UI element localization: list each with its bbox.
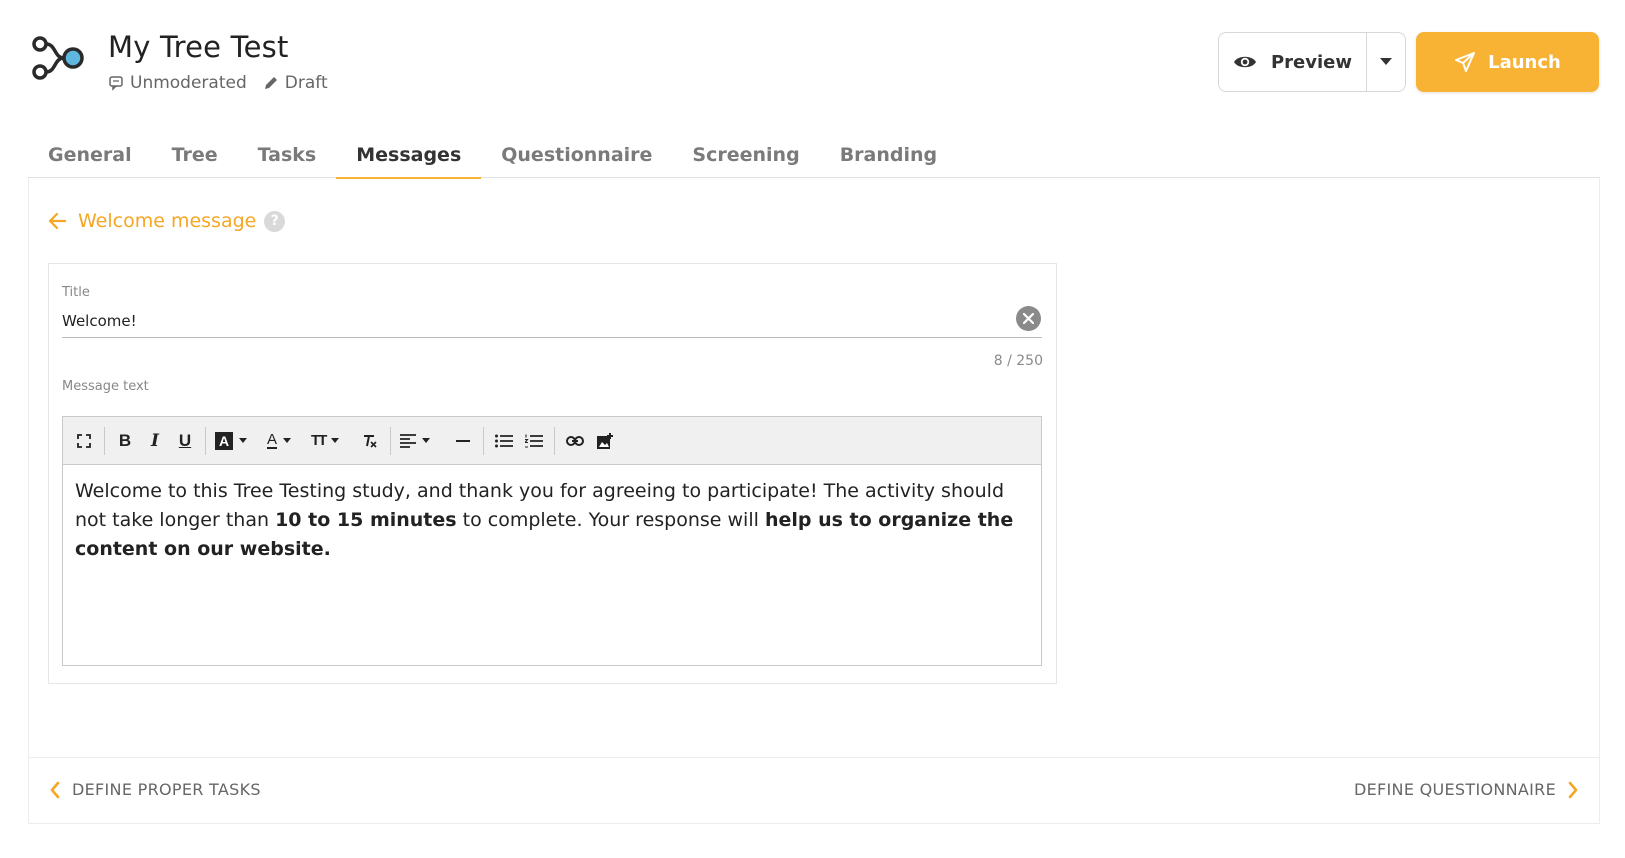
caret-down-icon [239, 438, 247, 443]
underline-icon: U [178, 430, 192, 450]
chevron-right-icon [1568, 781, 1578, 798]
close-icon [1023, 313, 1034, 324]
toolbar-divider [104, 426, 105, 455]
caret-down-icon [1380, 58, 1392, 65]
clear-format-button[interactable] [355, 423, 385, 459]
link-icon [566, 435, 585, 446]
eye-icon [1233, 56, 1256, 68]
preview-dropdown-button[interactable] [1367, 33, 1405, 91]
tab-messages[interactable]: Messages [336, 132, 482, 179]
clear-format-icon [364, 434, 377, 448]
next-step-label: DEFINE QUESTIONNAIRE [1354, 780, 1556, 799]
preview-button[interactable]: Preview [1219, 33, 1367, 91]
help-icon[interactable]: ? [264, 210, 286, 232]
font-color-icon: A [267, 431, 278, 449]
editor-toolbar: B I U A A TT [63, 417, 1041, 465]
italic-icon: I [151, 430, 159, 451]
message-bold-text: 10 to 15 minutes [275, 509, 457, 531]
horizontal-rule-button[interactable] [448, 423, 478, 459]
bullet-list-icon [495, 434, 514, 447]
font-color-button[interactable]: A [263, 423, 295, 459]
insert-image-button[interactable] [590, 423, 620, 459]
caret-down-icon [283, 438, 292, 443]
toolbar-divider [390, 426, 392, 455]
bold-button[interactable]: B [110, 423, 140, 459]
prev-step-label: DEFINE PROPER TASKS [72, 780, 261, 799]
mode-badge: Unmoderated [108, 73, 247, 93]
toolbar-divider [483, 426, 485, 455]
bullet-list-button[interactable] [489, 423, 519, 459]
launch-button[interactable]: Launch [1416, 32, 1599, 92]
horizontal-rule-icon [456, 439, 471, 442]
tab-general[interactable]: General [28, 132, 152, 178]
tab-branding[interactable]: Branding [820, 132, 957, 178]
message-card: Title 8 / 250 Message text B I U [48, 263, 1057, 684]
italic-button[interactable]: I [140, 423, 170, 459]
title-input[interactable] [62, 304, 1042, 338]
tree-logo-icon [32, 36, 84, 80]
underline-button[interactable]: U [170, 423, 200, 459]
tab-tasks[interactable]: Tasks [238, 132, 337, 178]
tab-screening[interactable]: Screening [672, 132, 819, 178]
clear-title-button[interactable] [1016, 306, 1041, 331]
study-meta: Unmoderated Draft [108, 73, 344, 93]
next-step-button[interactable]: DEFINE QUESTIONNAIRE [1354, 780, 1578, 799]
title-char-counter: 8 / 250 [993, 353, 1043, 369]
chevron-left-icon [50, 781, 60, 798]
caret-down-icon [422, 438, 431, 443]
study-title: My Tree Test [108, 30, 289, 64]
highlight-icon: A [215, 431, 233, 450]
status-badge: Draft [263, 73, 328, 93]
bold-icon: B [118, 430, 132, 450]
send-icon [1455, 52, 1476, 72]
font-size-icon: TT [311, 432, 327, 449]
tab-questionnaire[interactable]: Questionnaire [481, 132, 672, 178]
numbered-list-icon [525, 434, 544, 448]
toolbar-divider [205, 426, 206, 455]
font-size-button[interactable]: TT [307, 423, 343, 459]
numbered-list-button[interactable] [519, 423, 549, 459]
caret-down-icon [331, 438, 340, 443]
section-title: Welcome message [78, 210, 257, 232]
fullscreen-icon [77, 433, 91, 448]
highlight-color-button[interactable]: A [211, 423, 251, 459]
tab-bar: General Tree Tasks Messages Questionnair… [28, 132, 1600, 179]
align-button[interactable] [396, 423, 434, 459]
message-text-content[interactable]: Welcome to this Tree Testing study, and … [63, 465, 1041, 576]
status-label: Draft [284, 73, 328, 93]
chat-icon [109, 76, 123, 91]
pencil-icon [264, 77, 277, 89]
preview-label: Preview [1270, 51, 1353, 73]
toolbar-divider [554, 426, 556, 455]
prev-step-button[interactable]: DEFINE PROPER TASKS [50, 780, 261, 799]
align-left-icon [400, 433, 417, 448]
tab-tree[interactable]: Tree [152, 132, 238, 178]
footer-navigation: DEFINE PROPER TASKS DEFINE QUESTIONNAIRE [28, 757, 1600, 823]
launch-label: Launch [1488, 51, 1561, 73]
section-header: Welcome message ? [48, 210, 286, 232]
link-button[interactable] [560, 423, 590, 459]
fullscreen-button[interactable] [69, 423, 99, 459]
arrow-left-icon [48, 212, 66, 230]
rich-text-editor: B I U A A TT Welcome to this Tree Testin… [62, 416, 1042, 666]
image-icon [597, 432, 614, 449]
mode-label: Unmoderated [130, 73, 247, 93]
preview-button-group: Preview [1218, 32, 1406, 92]
message-text: to complete. Your response will [456, 509, 765, 531]
title-label: Title [62, 285, 90, 300]
message-text-label: Message text [62, 379, 149, 394]
back-button[interactable] [48, 212, 66, 230]
